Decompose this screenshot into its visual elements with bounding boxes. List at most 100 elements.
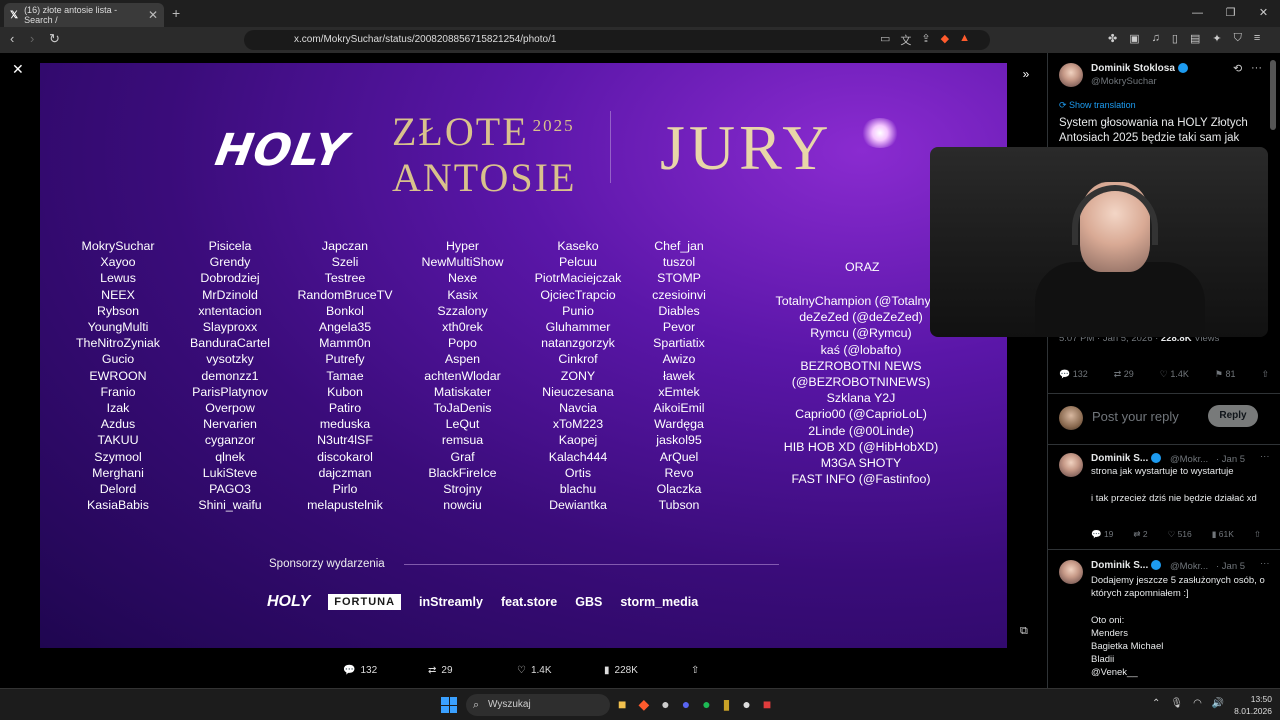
jury-member: Hyper [445, 239, 480, 253]
author-handle[interactable]: @MokrySuchar [1091, 76, 1157, 87]
reply-avatar[interactable] [1059, 560, 1083, 584]
brave-rewards-icon[interactable]: ▲ [959, 32, 970, 48]
reply-button[interactable]: 💬 132 [1059, 369, 1088, 380]
reply-author[interactable]: Dominik S... [1091, 453, 1162, 464]
spotify-icon[interactable]: ● [702, 696, 710, 713]
author-name[interactable]: Dominik Stoklosa [1091, 63, 1188, 74]
reply-share-button[interactable]: ⇧ [1254, 529, 1261, 540]
jury-member: Kaseko [557, 239, 599, 253]
translate-icon[interactable]: 文 [900, 32, 911, 48]
jury-member: Pelcuu [559, 255, 597, 270]
reply-item[interactable]: Dominik S... @Mokr... · Jan 5 ··· strona… [1048, 445, 1280, 550]
jury-member: demonzz1 [201, 368, 259, 383]
jury-member: PiotrMaciejczak [534, 271, 622, 286]
my-avatar[interactable] [1059, 406, 1083, 430]
tab-close-icon[interactable]: ✕ [148, 8, 158, 22]
reply-repost-button[interactable]: ⇄ 2 [1133, 529, 1147, 540]
reply-item[interactable]: Dominik S... @Mokr... · Jan 5 ··· Dodaje… [1048, 550, 1280, 688]
close-viewer-icon[interactable]: ✕ [12, 61, 24, 78]
jury-member: BlackFireIce [428, 465, 497, 480]
holy-logo: HOLY [211, 125, 352, 176]
mic-icon[interactable]: 🎙 [1170, 698, 1183, 709]
volume-icon[interactable]: 🔊 [1212, 698, 1224, 709]
reply-stats: 💬 19 ⇄ 2 ♡ 516 ▮ 61K ⇧ [1091, 529, 1261, 540]
reply-mention[interactable]: @Venek__ [1091, 666, 1266, 679]
author-avatar[interactable] [1059, 63, 1083, 87]
sponsor-storm-media: storm_media [620, 595, 699, 609]
photo-share-button[interactable]: ⇧ [691, 665, 699, 676]
photo-repost-button[interactable]: ⇄ 29 [428, 665, 453, 676]
brave-icon[interactable]: ◆ [638, 696, 649, 713]
photo-views-button[interactable]: ▮ 228K [604, 665, 638, 676]
forward-icon[interactable]: › [30, 31, 34, 46]
more-icon[interactable]: ··· [1251, 62, 1262, 74]
address-bar[interactable]: x.com/MokrySuchar/status/200820885671582… [244, 30, 990, 50]
jury-member: Nieuczesana [542, 384, 614, 399]
app-icon-2[interactable]: ● [742, 696, 750, 713]
maximize-button[interactable]: ❐ [1214, 0, 1247, 27]
jury-member: Japczan [321, 239, 369, 253]
grok-icon[interactable]: ⟲ [1233, 62, 1242, 75]
jury-member: Kalach444 [548, 449, 608, 464]
sidebar-icon[interactable]: ▯ [1172, 32, 1178, 45]
jury-member: Matiskater [433, 384, 492, 399]
reply-input[interactable]: Post your reply [1092, 409, 1179, 424]
app-icon-3[interactable]: ■ [763, 696, 771, 713]
menu-icon[interactable]: ≡ [1254, 32, 1260, 45]
cast-icon[interactable]: ▭ [880, 32, 890, 48]
show-translation-link[interactable]: ⟳ Show translation [1059, 100, 1136, 111]
reply-author[interactable]: Dominik S... [1091, 560, 1162, 571]
back-icon[interactable]: ‹ [10, 31, 14, 46]
reply-like-button[interactable]: ♡ 516 [1168, 529, 1192, 540]
discord-icon[interactable]: ● [682, 696, 690, 713]
reply-icon: 💬 [343, 665, 356, 676]
more-icon[interactable]: ··· [1260, 451, 1270, 462]
wifi-icon[interactable]: ◠ [1193, 698, 1202, 709]
jury-member: Dewiantka [549, 498, 607, 513]
reply-avatar[interactable] [1059, 453, 1083, 477]
reload-icon[interactable]: ↻ [49, 31, 60, 47]
brave-shields-icon[interactable]: ◆ [941, 32, 949, 48]
wallet-icon[interactable]: ▤ [1190, 32, 1200, 45]
expand-panel-icon[interactable]: » [1015, 63, 1037, 85]
oraz-member: HIB HOB XD (@HibHobXD) [783, 439, 939, 454]
media-icon[interactable]: ♫ [1152, 32, 1160, 45]
bookmark-button[interactable]: ⚑ 81 [1215, 369, 1236, 380]
author-name-text: Dominik Stoklosa [1091, 63, 1175, 74]
share-icon[interactable]: ⇪ [921, 32, 930, 48]
new-tab-button[interactable]: + [172, 5, 180, 21]
more-icon[interactable]: ··· [1260, 558, 1270, 569]
event-year: 2025 [532, 116, 575, 135]
jury-member: nowciu [443, 498, 482, 513]
extensions-icon[interactable]: ✤ [1108, 32, 1117, 45]
obs-icon[interactable]: ● [661, 696, 669, 713]
repost-button[interactable]: ⇄ 29 [1114, 369, 1134, 380]
jury-member: Delord [99, 482, 137, 497]
jury-member: Szeli [331, 255, 359, 270]
jury-member: LeQut [445, 417, 480, 432]
minimize-button[interactable]: — [1181, 0, 1214, 27]
jury-member: Pirlo [332, 482, 358, 497]
event-title: ZŁOTE 2025 ANTOSIE [392, 112, 576, 198]
jury-member: natanzgorzyk [541, 336, 615, 351]
reply-submit-button[interactable]: Reply [1208, 405, 1258, 427]
start-button[interactable] [441, 697, 457, 713]
share-button[interactable]: ⇧ [1261, 369, 1269, 380]
browser-tab[interactable]: 𝕏 (16) złote antosie lista - Search / ✕ [4, 3, 164, 27]
photo-reply-button[interactable]: 💬 132 [343, 665, 377, 676]
file-explorer-icon[interactable]: ■ [618, 696, 626, 713]
reply-reply-button[interactable]: 💬 19 [1091, 529, 1113, 540]
alt-text-icon[interactable]: ⧉ [1020, 625, 1028, 638]
close-window-button[interactable]: ✕ [1247, 0, 1280, 27]
screenshot-icon[interactable]: ▣ [1129, 32, 1139, 45]
taskbar-search[interactable]: ⌕ Wyszukaj [466, 694, 610, 716]
panel-scrollbar[interactable] [1270, 60, 1276, 130]
taskbar-clock[interactable]: 13:50 8.01.2026 [1230, 693, 1272, 717]
app-icon[interactable]: ▮ [723, 696, 731, 713]
reply-views-button[interactable]: ▮ 61K [1212, 529, 1234, 540]
photo-like-button[interactable]: ♡ 1.4K [517, 665, 552, 676]
like-button[interactable]: ♡ 1.4K [1160, 369, 1189, 380]
leo-icon[interactable]: ✦ [1212, 32, 1221, 45]
tray-expand-icon[interactable]: ⌃ [1152, 698, 1160, 709]
vpn-icon[interactable]: ⛉ [1234, 32, 1242, 45]
